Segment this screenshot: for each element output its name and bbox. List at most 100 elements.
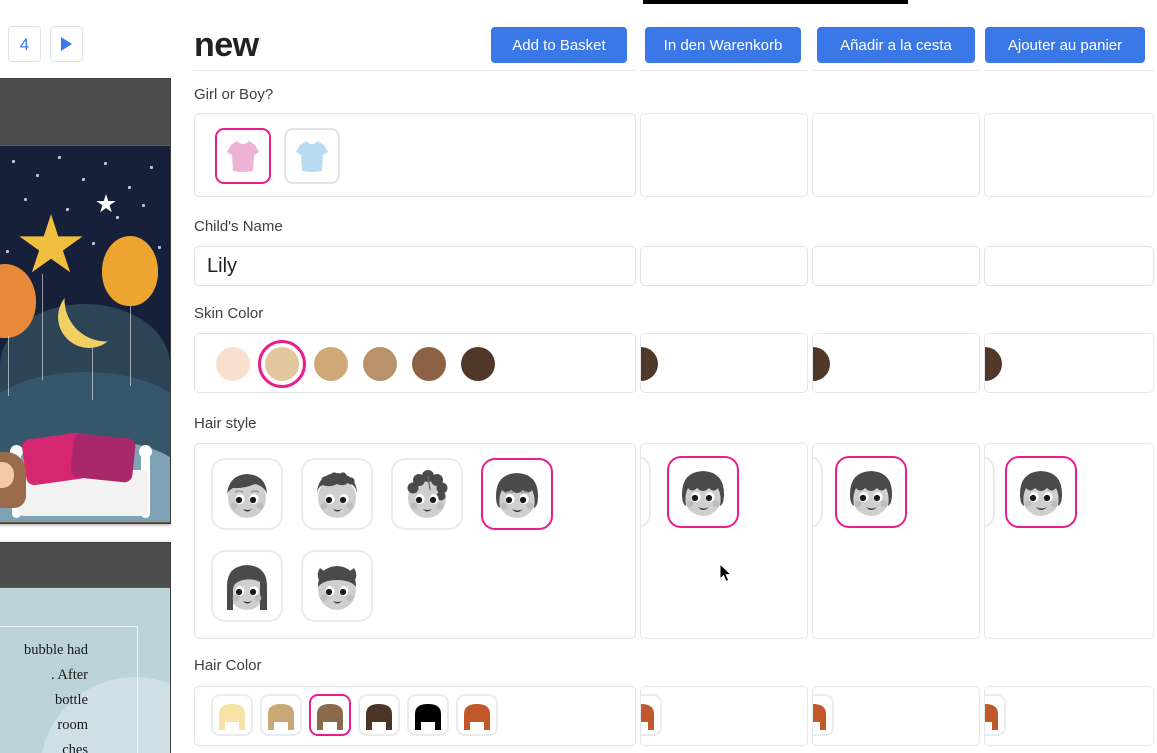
face-pigtails-icon [317, 566, 357, 610]
hair-style-panel[interactable] [194, 443, 636, 639]
hair-style-tile-clipped [641, 456, 651, 528]
page-number-button[interactable]: 4 [8, 26, 41, 62]
skin-color-option-2[interactable] [258, 340, 306, 388]
skin-swatch [216, 347, 250, 381]
hair-dark-brown-icon [366, 704, 392, 730]
add-to-basket-button-de[interactable]: In den Warenkorb [645, 27, 801, 63]
gender-options-panel-fr[interactable] [984, 113, 1154, 197]
skin-swatch [461, 347, 495, 381]
skin-color-option-6[interactable] [454, 340, 502, 388]
preview-top-bar [0, 79, 170, 145]
hair-color-panel[interactable] [194, 686, 636, 746]
next-page-button[interactable] [50, 26, 83, 62]
play-triangle-icon [61, 37, 72, 51]
add-to-basket-button-fr[interactable]: Ajouter au panier [985, 27, 1145, 63]
gender-options-panel-de[interactable] [640, 113, 808, 197]
hair-style-option-selected-fr[interactable] [1005, 456, 1077, 528]
title-divider [194, 70, 636, 71]
child-name-input[interactable] [194, 246, 636, 286]
bed-illustration [6, 414, 156, 522]
skin-color-option-1[interactable] [209, 340, 257, 388]
hair-style-panel-es[interactable] [812, 443, 980, 639]
hair-style-option-3[interactable] [391, 458, 463, 530]
skin-color-option-5[interactable] [405, 340, 453, 388]
hair-style-option-1[interactable] [211, 458, 283, 530]
column-divider-es [812, 70, 980, 71]
yellow-balloon [102, 236, 158, 306]
girl-shirt-icon [227, 141, 259, 172]
skin-swatch-clipped [985, 347, 1002, 381]
child-name-field-label: Child's Name [194, 218, 283, 235]
skin-swatch-clipped [813, 347, 830, 381]
hair-color-option-brown[interactable] [309, 694, 351, 736]
book-preview-column[interactable]: bubble had . After bottle room ches fly … [0, 78, 171, 753]
preview-text-line: room [57, 717, 88, 733]
gender-option-boy[interactable] [284, 128, 340, 184]
skin-color-panel-es[interactable] [812, 333, 980, 393]
preview-page-spread-2[interactable]: bubble had . After bottle room ches fly … [0, 542, 171, 753]
hair-ginger-icon [985, 704, 998, 730]
hair-color-option-dark-brown[interactable] [358, 694, 400, 736]
child-name-input-fr[interactable] [984, 246, 1154, 286]
face-curly-short-icon [407, 470, 448, 518]
hair-style-option-selected-es[interactable] [835, 456, 907, 528]
hair-ginger-icon [641, 704, 654, 730]
hair-color-panel-de[interactable] [640, 686, 808, 746]
hair-color-option-light-brown[interactable] [260, 694, 302, 736]
hair-style-option-2[interactable] [301, 458, 373, 530]
app-root: 4 bubble had . After bottle room ches ne… [0, 0, 1157, 753]
hair-color-tile-clipped-fr[interactable] [985, 694, 1006, 736]
skin-color-option-4[interactable] [356, 340, 404, 388]
hair-color-panel-es[interactable] [812, 686, 980, 746]
skin-color-panel-fr[interactable] [984, 333, 1154, 393]
hair-black-icon [415, 704, 441, 730]
preview-top-bar-2 [0, 543, 170, 587]
child-name-input-es[interactable] [812, 246, 980, 286]
child-name-input-de[interactable] [640, 246, 808, 286]
skin-swatch [265, 347, 299, 381]
skin-swatch-clipped [641, 347, 658, 381]
hair-color-tile-clipped-de[interactable] [641, 694, 662, 736]
face-bob-wavy-icon [682, 471, 724, 516]
hair-brown-icon [317, 704, 343, 730]
preview-text-line: bottle [54, 692, 88, 708]
hair-style-panel-de[interactable] [640, 443, 808, 639]
hair-style-tile-clipped [813, 456, 823, 528]
hair-style-panel-fr[interactable] [984, 443, 1154, 639]
preview-illustration-night-bedroom [0, 145, 170, 523]
hair-color-option-ginger[interactable] [456, 694, 498, 736]
add-to-basket-button-en[interactable]: Add to Basket [491, 27, 627, 63]
hair-style-option-6[interactable] [301, 550, 373, 622]
face-short-side-part-icon [227, 474, 267, 518]
top-black-rule [643, 0, 908, 4]
preview-page-text: bubble had . After bottle room ches fly … [0, 638, 170, 753]
skin-swatch [412, 347, 446, 381]
hair-style-field-label: Hair style [194, 415, 257, 432]
skin-swatch [314, 347, 348, 381]
hair-style-option-4[interactable] [481, 458, 553, 530]
face-short-textured-icon [317, 472, 357, 518]
page-number-label: 4 [19, 34, 30, 54]
skin-color-panel[interactable] [194, 333, 636, 393]
hair-color-tile-clipped-es[interactable] [813, 694, 834, 736]
add-to-basket-button-es[interactable]: Añadir a la cesta [817, 27, 975, 63]
hair-color-panel-fr[interactable] [984, 686, 1154, 746]
hair-color-option-blonde[interactable] [211, 694, 253, 736]
gender-options-panel-es[interactable] [812, 113, 980, 197]
column-divider-fr [984, 70, 1154, 71]
skin-swatch [363, 347, 397, 381]
hair-ginger-icon [464, 704, 490, 730]
face-long-straight-icon [227, 565, 267, 610]
gender-option-girl[interactable] [215, 128, 271, 184]
skin-color-panel-de[interactable] [640, 333, 808, 393]
hair-ginger-icon [813, 704, 826, 730]
hair-color-option-black[interactable] [407, 694, 449, 736]
face-bob-wavy-icon [850, 471, 892, 516]
preview-text-line: . After [50, 667, 88, 683]
hair-style-option-selected-de[interactable] [667, 456, 739, 528]
preview-illustration-text-page: bubble had . After bottle room ches fly … [0, 587, 170, 753]
gender-options-panel[interactable] [194, 113, 636, 197]
preview-page-spread-1[interactable] [0, 78, 171, 524]
hair-style-option-5[interactable] [211, 550, 283, 622]
skin-color-option-3[interactable] [307, 340, 355, 388]
